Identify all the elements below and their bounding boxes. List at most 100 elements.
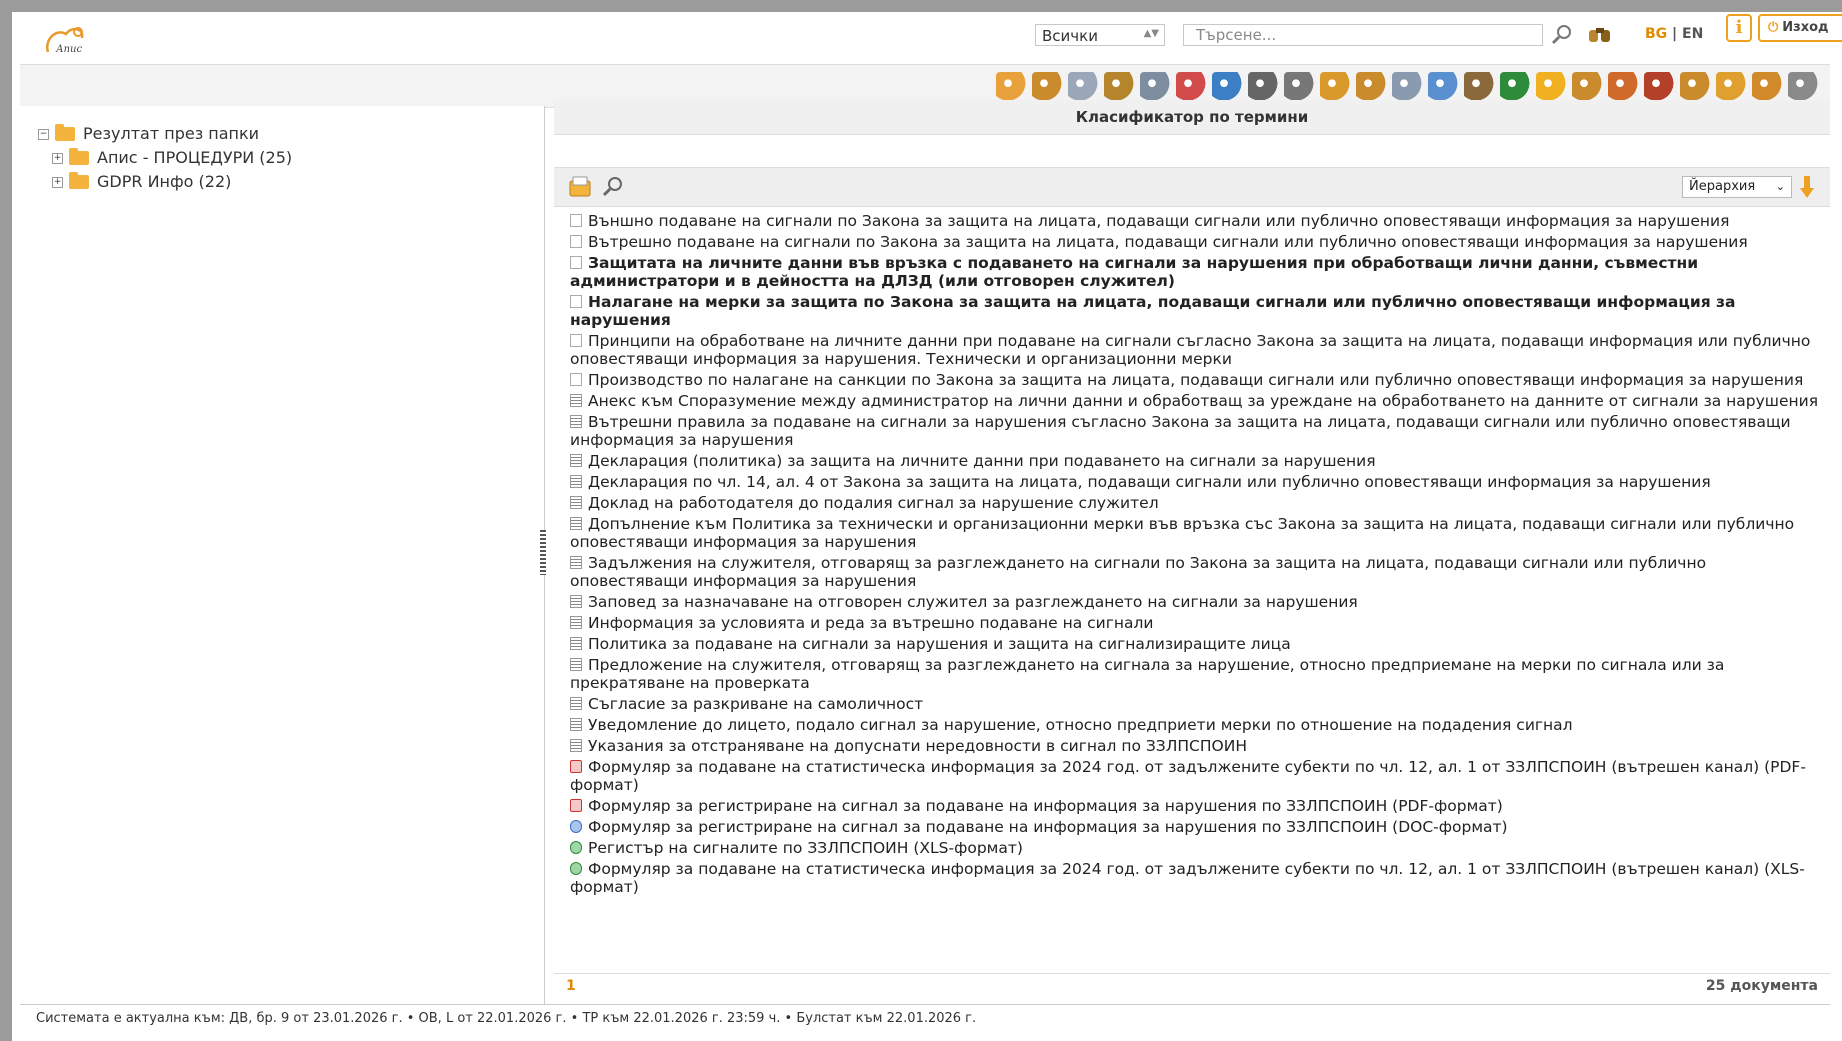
list-item[interactable]: Регистър на сигналите по ЗЗЛПСПОИН (XLS-… [570, 839, 1820, 857]
tree-tp-icon[interactable] [1428, 72, 1458, 100]
logo-text: Апис [55, 44, 82, 55]
list-item[interactable]: Задължения на служителя, отговарящ за ра… [570, 554, 1820, 590]
doc-document-icon [570, 394, 582, 407]
list-item[interactable]: Формуляр за подаване на статистическа ин… [570, 860, 1820, 896]
category-select-value: Всички [1042, 27, 1098, 45]
doc-document-icon [570, 718, 582, 731]
binoculars-icon[interactable] [1104, 72, 1134, 100]
tree-item-gdpr-info[interactable]: + GDPR Инфо (22) [38, 170, 292, 194]
status-bar: Системата е актуална към: ДВ, бр. 9 от 2… [20, 1004, 1830, 1032]
list-item[interactable]: Защитата на личните данни във връзка с п… [570, 254, 1820, 290]
search-tp-icon[interactable] [1392, 72, 1422, 100]
print-preview-icon[interactable] [1284, 72, 1314, 100]
tree-root[interactable]: − Резултат през папки [38, 122, 292, 146]
info-icon: i [1735, 17, 1743, 38]
list-item[interactable]: Информация за условията и реда за вътреш… [570, 614, 1820, 632]
search-input[interactable]: Търсене... [1183, 24, 1543, 46]
doc-document-icon [570, 415, 582, 428]
list-item-title: Производство по налагане на санкции по З… [588, 371, 1804, 389]
sum-icon[interactable] [1356, 72, 1386, 100]
chart-icon[interactable] [1716, 72, 1746, 100]
law-text-icon[interactable] [1140, 72, 1170, 100]
judge-icon[interactable] [1608, 72, 1638, 100]
excel-icon[interactable] [1500, 72, 1530, 100]
list-item[interactable]: Формуляр за подаване на статистическа ин… [570, 758, 1820, 794]
page-document-icon [570, 214, 582, 227]
category-select[interactable]: Всички ▲▼ [1035, 24, 1165, 46]
list-item[interactable]: Формуляр за регистриране на сигнал за по… [570, 797, 1820, 815]
doc-document-icon [570, 475, 582, 488]
top-bar: Апис Всички ▲▼ Търсене... BG | EN i ⏻ Изх… [20, 14, 1842, 62]
scales-icon[interactable] [1572, 72, 1602, 100]
help-icon[interactable] [1536, 72, 1566, 100]
doc-document-icon [570, 739, 582, 752]
panel-blank-row [554, 135, 1830, 168]
list-item[interactable]: Вътрешни правила за подаване на сигнали … [570, 413, 1820, 449]
info-button[interactable]: i [1726, 14, 1752, 42]
list-item[interactable]: Декларация по чл. 14, ал. 4 от Закона за… [570, 473, 1820, 491]
tree-item-apis-procedures[interactable]: + Апис - ПРОЦЕДУРИ (25) [38, 146, 292, 170]
hands-icon[interactable] [1752, 72, 1782, 100]
list-item-title: Формуляр за подаване на статистическа ин… [570, 758, 1806, 794]
list-item[interactable]: Допълнение към Политика за технически и … [570, 515, 1820, 551]
search-button[interactable] [1550, 22, 1576, 48]
view-mode-select[interactable]: Йерархия ⌄ [1682, 176, 1792, 198]
lang-en-link[interactable]: EN [1682, 26, 1703, 42]
doc-document-icon [570, 616, 582, 629]
exit-label: Изход [1782, 20, 1829, 35]
settings-icon[interactable] [1788, 72, 1818, 100]
print-icon[interactable] [1248, 72, 1278, 100]
list-item[interactable]: Уведомление до лицето, подало сигнал за … [570, 716, 1820, 734]
stats-icon[interactable] [1680, 72, 1710, 100]
people-icon[interactable] [1464, 72, 1494, 100]
panel-splitter[interactable] [540, 530, 546, 575]
tree-root-label: Резултат през папки [83, 124, 260, 143]
list-item-title: Задължения на служителя, отговарящ за ра… [570, 554, 1707, 590]
list-item[interactable]: Налагане на мерки за защита по Закона за… [570, 293, 1820, 329]
expand-icon[interactable]: + [52, 152, 63, 164]
timeline-icon[interactable] [1320, 72, 1350, 100]
panel-search-button[interactable] [600, 174, 626, 200]
page-number[interactable]: 1 [566, 978, 576, 994]
doc-document-icon [570, 454, 582, 467]
list-item[interactable]: Анекс към Споразумение между администрат… [570, 392, 1820, 410]
folder-open-icon[interactable] [996, 72, 1026, 100]
document-list: Външно подаване на сигнали по Закона за … [570, 212, 1820, 899]
list-item[interactable]: Съгласие за разкриване на самоличност [570, 695, 1820, 713]
expand-icon[interactable]: + [52, 176, 63, 188]
list-item-title: Предложение на служителя, отговарящ за р… [570, 656, 1725, 692]
list-item[interactable]: Принципи на обработване на личните данни… [570, 332, 1820, 368]
list-item[interactable]: Предложение на служителя, отговарящ за р… [570, 656, 1820, 692]
open-folder-button[interactable] [568, 174, 594, 200]
list-item[interactable]: Заповед за назначаване на отговорен служ… [570, 593, 1820, 611]
court-icon[interactable] [1644, 72, 1674, 100]
binoculars-icon [1589, 28, 1610, 42]
list-item[interactable]: Доклад на работодателя до подалия сигнал… [570, 494, 1820, 512]
collapse-icon[interactable]: − [38, 128, 49, 140]
list-item[interactable]: Външно подаване на сигнали по Закона за … [570, 212, 1820, 230]
exit-button[interactable]: ⏻ Изход [1758, 14, 1842, 42]
list-item[interactable]: Производство по налагане на санкции по З… [570, 371, 1820, 389]
lang-bg-link[interactable]: BG [1645, 26, 1667, 42]
advanced-search-button[interactable] [1585, 22, 1615, 48]
list-item[interactable]: Формуляр за регистриране на сигнал за по… [570, 818, 1820, 836]
sort-button[interactable] [1800, 174, 1814, 200]
list-item-title: Съгласие за разкриване на самоличност [588, 695, 924, 713]
list-item-title: Политика за подаване на сигнали за наруш… [588, 635, 1291, 653]
list-item[interactable]: Указания за отстраняване на допуснати не… [570, 737, 1820, 755]
apis-logo[interactable]: Апис [42, 22, 90, 58]
folder-search-icon[interactable] [1032, 72, 1062, 100]
list-item-title: Доклад на работодателя до подалия сигнал… [588, 494, 1159, 512]
folder-tree-panel: − Резултат през папки + Апис - ПРОЦЕДУРИ… [20, 106, 545, 1006]
page-document-icon [570, 373, 582, 386]
doc-document-icon [570, 697, 582, 710]
pdf-icon[interactable] [1176, 72, 1206, 100]
list-item[interactable]: Политика за подаване на сигнали за наруш… [570, 635, 1820, 653]
rtf-icon[interactable] [1212, 72, 1242, 100]
copy-icon[interactable] [1068, 72, 1098, 100]
list-item[interactable]: Декларация (политика) за защита на лични… [570, 452, 1820, 470]
pdf-document-icon [570, 760, 582, 773]
list-item[interactable]: Вътрешно подаване на сигнали по Закона з… [570, 233, 1820, 251]
excel-document-icon [570, 862, 582, 875]
list-item-title: Принципи на обработване на личните данни… [570, 332, 1811, 368]
